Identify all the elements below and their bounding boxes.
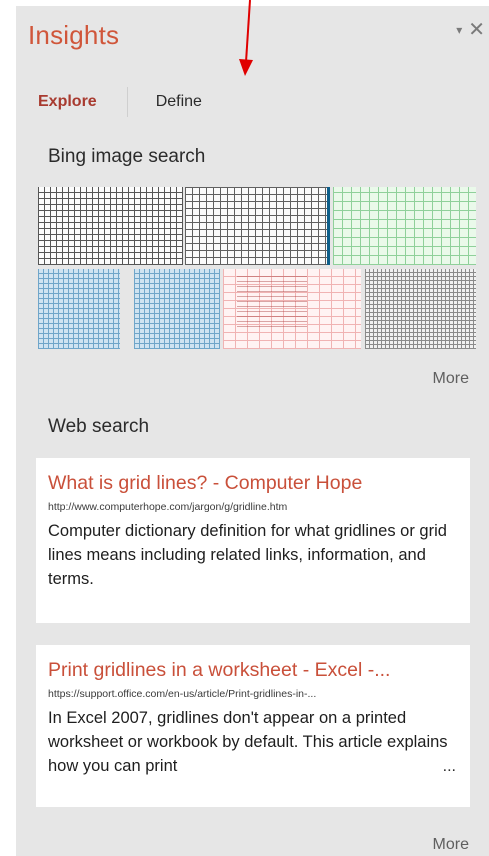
tab-define[interactable]: Define bbox=[156, 93, 202, 111]
triangle-down-icon[interactable]: ▾ bbox=[456, 20, 462, 40]
image-result-thumbnail[interactable] bbox=[185, 187, 330, 265]
result-url: https://support.office.com/en-us/article… bbox=[48, 688, 317, 700]
web-result-card: Print gridlines in a worksheet - Excel -… bbox=[36, 645, 470, 807]
result-snippet: In Excel 2007, gridlines don't appear on… bbox=[48, 709, 448, 775]
image-result-thumbnail[interactable] bbox=[365, 269, 476, 349]
expand-ellipsis-button[interactable]: ... bbox=[443, 758, 456, 776]
tab-bar: Explore Define bbox=[38, 86, 202, 118]
web-result-card: What is grid lines? - Computer Hope http… bbox=[36, 458, 470, 623]
more-images-link[interactable]: More bbox=[433, 370, 469, 388]
tab-divider bbox=[126, 87, 128, 117]
result-snippet: Computer dictionary definition for what … bbox=[48, 522, 447, 588]
close-icon[interactable]: ✕ bbox=[468, 20, 485, 40]
result-snippet-container: In Excel 2007, gridlines don't appear on… bbox=[48, 706, 460, 778]
image-result-thumbnail[interactable] bbox=[38, 187, 183, 265]
insights-pane: Insights ▾ ✕ Explore Define Bing image s… bbox=[16, 6, 489, 856]
image-result-thumbnail[interactable] bbox=[333, 187, 476, 265]
image-result-thumbnail[interactable] bbox=[223, 269, 361, 349]
web-search-heading: Web search bbox=[48, 416, 150, 437]
result-title-link[interactable]: Print gridlines in a worksheet - Excel -… bbox=[48, 659, 460, 682]
result-title-link[interactable]: What is grid lines? - Computer Hope bbox=[48, 472, 460, 495]
more-web-results-link[interactable]: More bbox=[433, 836, 469, 854]
image-result-thumbnail[interactable] bbox=[38, 269, 120, 349]
tab-explore[interactable]: Explore bbox=[38, 93, 97, 111]
image-result-thumbnail[interactable] bbox=[134, 269, 220, 349]
image-search-heading: Bing image search bbox=[48, 146, 206, 167]
result-url: http://www.computerhope.com/jargon/g/gri… bbox=[48, 501, 288, 513]
pane-title: Insights bbox=[28, 20, 120, 50]
pane-controls: ▾ ✕ bbox=[456, 20, 485, 40]
image-results-grid bbox=[38, 187, 476, 349]
